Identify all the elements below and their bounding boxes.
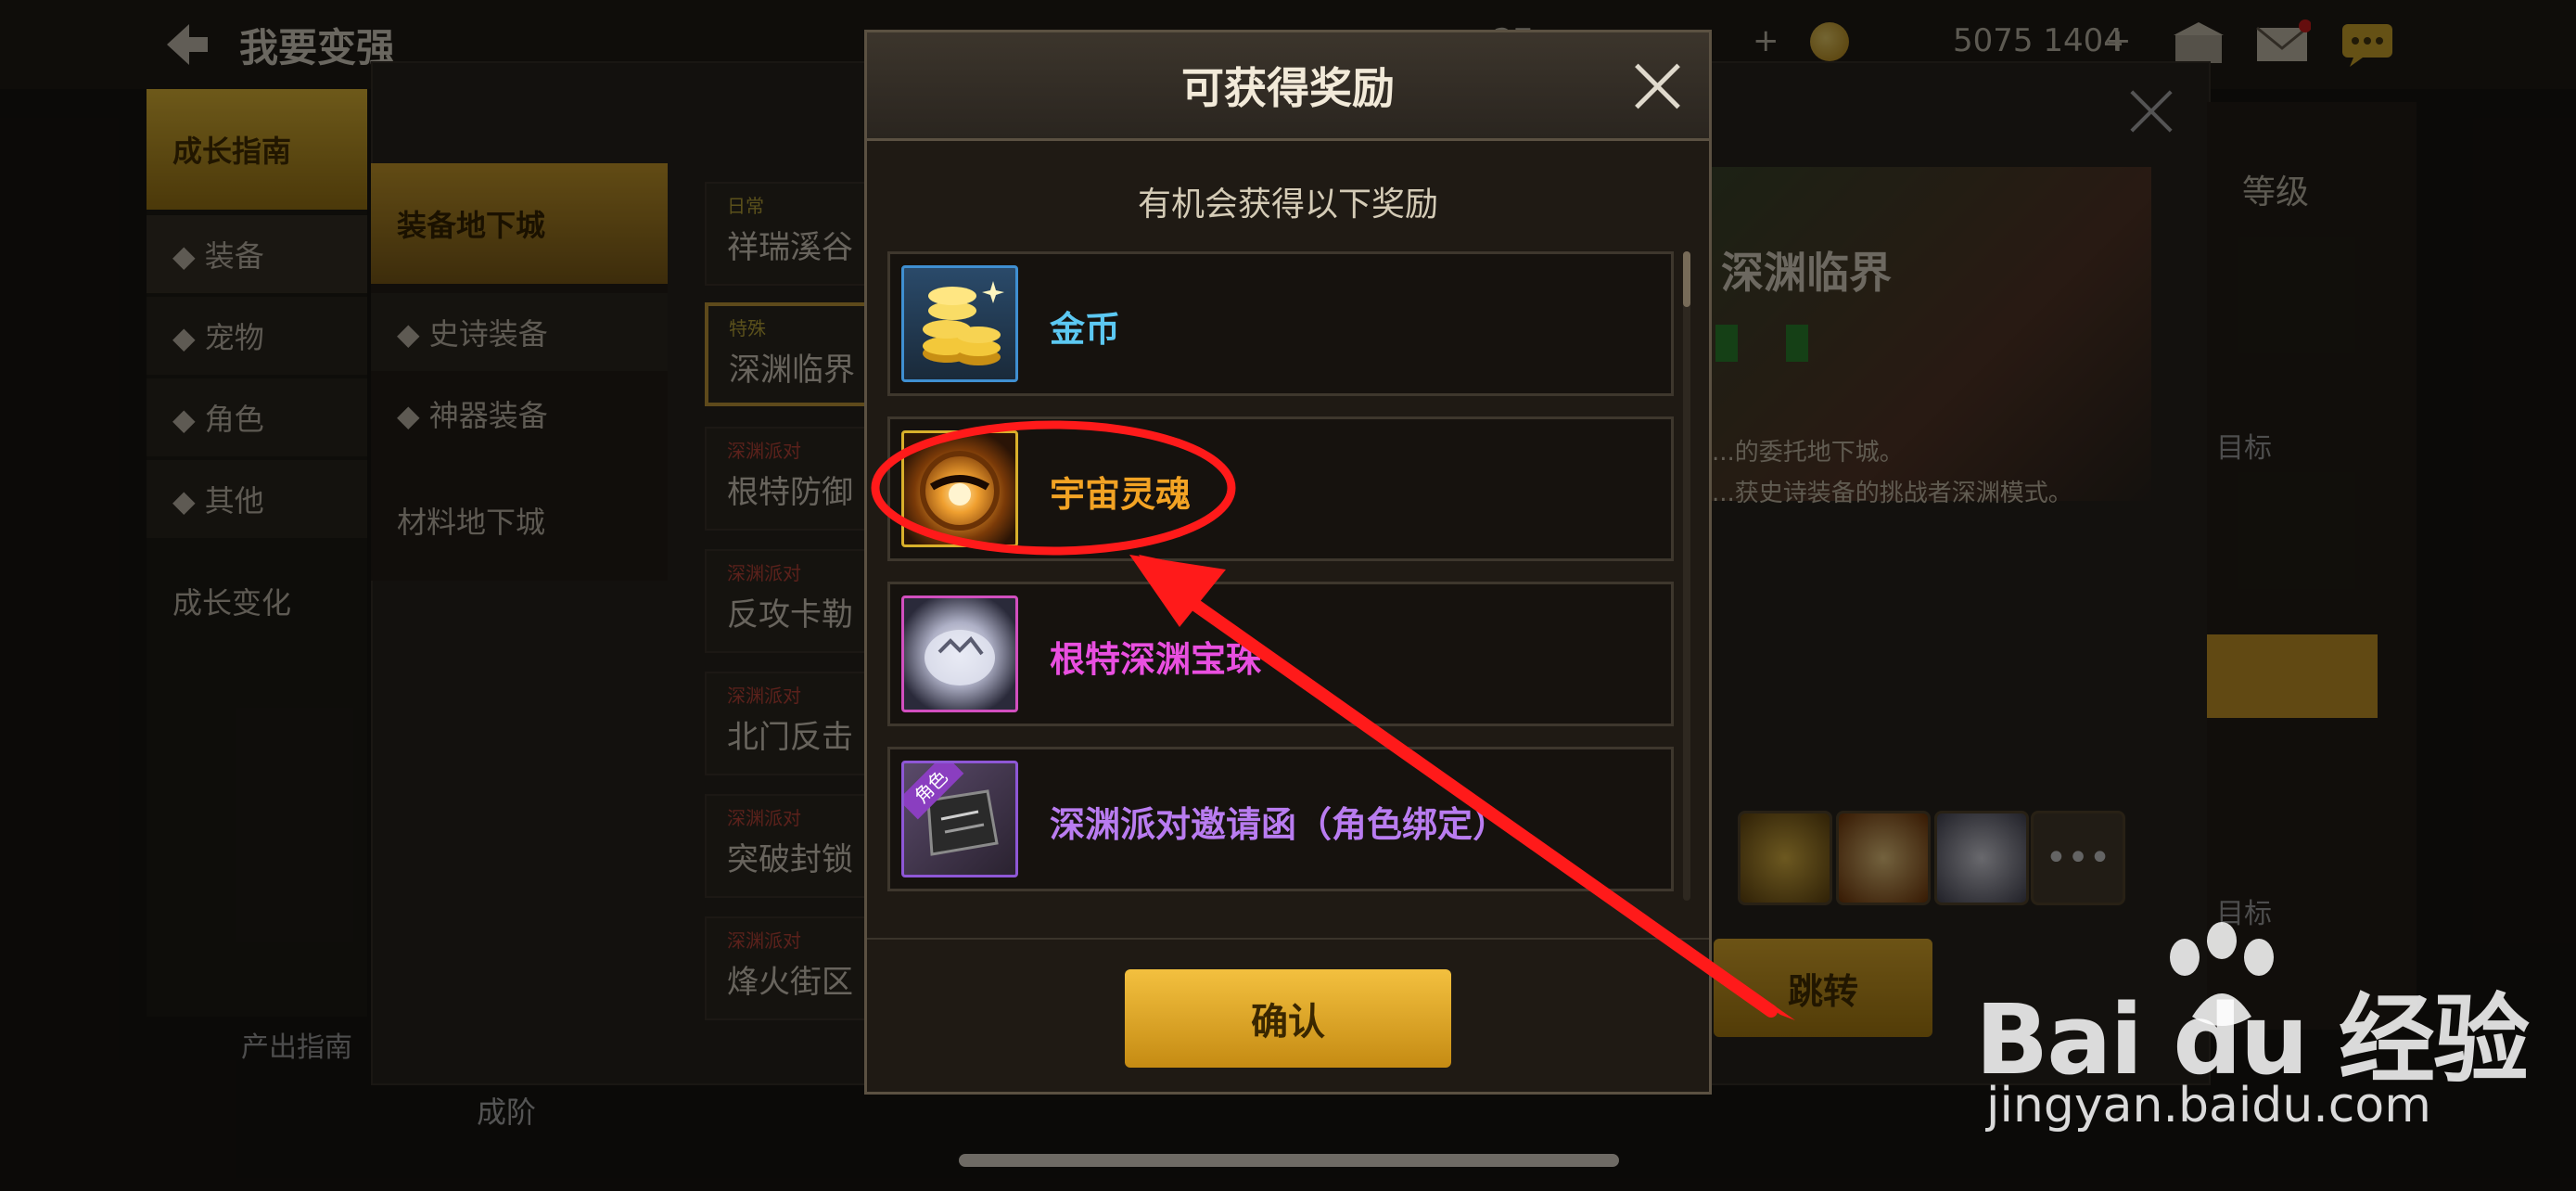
production-guide-label[interactable]: 产出指南 xyxy=(241,1024,352,1065)
back-arrow-icon[interactable] xyxy=(158,17,213,72)
reward-name: 深渊派对邀请函（角色绑定） xyxy=(1050,804,1509,845)
dungeon-card[interactable]: 深渊派对 突破封锁 xyxy=(705,794,872,898)
dungeon-card[interactable]: 深渊派对 北门反击 xyxy=(705,672,872,775)
dungeon-tag: 特殊 xyxy=(729,317,766,339)
dungeon-name: 烽火街区 xyxy=(727,964,853,1001)
stage-label[interactable]: 成阶 xyxy=(477,1089,536,1132)
side-item-growth-guide[interactable]: 成长指南 xyxy=(147,89,367,210)
sub-item-epic-equipment[interactable]: ◆ 史诗装备 xyxy=(371,293,668,371)
abyss-orb-icon xyxy=(901,596,1018,712)
dungeon-name: 突破封锁 xyxy=(727,841,853,878)
reward-row-gold[interactable]: 金币 xyxy=(887,251,1674,396)
reward-row-abyss-orb[interactable]: 根特深渊宝珠 xyxy=(887,582,1674,726)
description-line: ...的委托地下城。 xyxy=(1712,439,1904,467)
dungeon-list: 日常 祥瑞溪谷 特殊 深渊临界 深渊派对 根特防御 深渊派对 反攻卡勒 深渊派对 北门反击… xyxy=(705,182,872,1020)
chat-icon[interactable] xyxy=(2339,19,2396,69)
reward-thumb-orb[interactable] xyxy=(1934,811,2029,905)
dungeon-name: 祥瑞溪谷 xyxy=(727,229,853,266)
side-item-other[interactable]: ◆ 其他 xyxy=(147,460,367,538)
sub-item-equipment-dungeon[interactable]: 装备地下城 xyxy=(371,163,668,284)
dungeon-tag: 深渊派对 xyxy=(727,685,801,707)
reward-name: 根特深渊宝珠 xyxy=(1050,639,1262,680)
dungeon-tag: 深渊派对 xyxy=(727,929,801,952)
level-label[interactable]: 等级 xyxy=(2242,165,2309,213)
side-item-character[interactable]: ◆ 角色 xyxy=(147,378,367,456)
reward-row-cosmic-soul[interactable]: 宇宙灵魂 xyxy=(887,416,1674,561)
dungeon-badge xyxy=(1715,325,1738,362)
modal-title: 可获得奖励 xyxy=(1181,63,1395,113)
mail-icon[interactable] xyxy=(2253,19,2311,69)
dungeon-card[interactable]: 深渊派对 根特防御 xyxy=(705,427,872,531)
dungeon-card[interactable]: 日常 祥瑞溪谷 xyxy=(705,182,872,286)
dungeon-description: ...的委托地下城。 ...获史诗装备的挑战者深渊模式。 xyxy=(1712,432,2101,514)
modal-divider xyxy=(867,938,1709,940)
side-item-pet[interactable]: ◆ 宠物 xyxy=(147,297,367,375)
dungeon-tag: 深渊派对 xyxy=(727,807,801,829)
sub-item-material-dungeon[interactable]: 材料地下城 xyxy=(371,460,668,581)
more-rewards-icon[interactable]: ••• xyxy=(2031,811,2125,905)
dungeon-detail-title: 深渊临界 xyxy=(1721,248,1892,298)
confirm-button[interactable]: 确认 xyxy=(1125,969,1451,1068)
cosmic-soul-icon xyxy=(901,430,1018,547)
dungeon-tag: 日常 xyxy=(727,195,764,217)
right-column-button[interactable] xyxy=(2207,634,2378,718)
reward-list-scrollbar[interactable] xyxy=(1683,251,1690,901)
rewards-modal: 可获得奖励 有机会获得以下奖励 金币 宇宙灵魂 根特深渊宝珠 角色 深渊派对邀请… xyxy=(864,30,1712,1095)
dungeon-name: 深渊临界 xyxy=(729,352,855,389)
reward-list[interactable]: 金币 宇宙灵魂 根特深渊宝珠 角色 深渊派对邀请函（角色绑定） xyxy=(887,251,1674,930)
dungeon-card[interactable]: 深渊派对 烽火街区 xyxy=(705,916,872,1020)
currency-plus-a[interactable]: + xyxy=(1753,22,1779,59)
sub-item-artifact-equipment[interactable]: ◆ 神器装备 xyxy=(371,375,668,453)
home-indicator[interactable] xyxy=(959,1154,1619,1167)
goal-label: 目标 xyxy=(2216,432,2272,465)
dungeon-name: 反攻卡勒 xyxy=(727,596,853,634)
dungeon-card[interactable]: 深渊派对 反攻卡勒 xyxy=(705,549,872,653)
background-close-icon[interactable] xyxy=(2123,83,2179,139)
modal-subtitle: 有机会获得以下奖励 xyxy=(1137,186,1438,224)
gold-coins-icon xyxy=(901,265,1018,382)
currency-value-b: 5075 1404 xyxy=(1953,22,2123,59)
reward-name: 宇宙灵魂 xyxy=(1050,474,1192,515)
dungeon-badge xyxy=(1786,325,1808,362)
side-item-equipment[interactable]: ◆ 装备 xyxy=(147,215,367,293)
gold-coin-icon xyxy=(1810,22,1849,61)
baidu-watermark: Bai du 经验 jingyan.baidu.com xyxy=(1975,915,2569,1156)
dungeon-tag: 深渊派对 xyxy=(727,440,801,462)
dungeon-name: 北门反击 xyxy=(727,719,853,756)
invitation-icon: 角色 xyxy=(901,761,1018,877)
dungeon-name: 根特防御 xyxy=(727,474,853,511)
jump-button[interactable]: 跳转 xyxy=(1714,939,1932,1037)
watermark-url: jingyan.baidu.com xyxy=(1986,1078,2431,1133)
reward-row-invitation[interactable]: 角色 深渊派对邀请函（角色绑定） xyxy=(887,747,1674,891)
side-nav: 成长指南 ◆ 装备 ◆ 宠物 ◆ 角色 ◆ 其他 成长变化 xyxy=(147,89,367,1017)
description-line: ...获史诗装备的挑战者深渊模式。 xyxy=(1712,480,2072,507)
side-item-growth-change[interactable]: 成长变化 xyxy=(147,562,367,640)
reward-thumb-soul[interactable] xyxy=(1836,811,1931,905)
reward-name: 金币 xyxy=(1050,309,1121,350)
sub-nav: 装备地下城 ◆ 史诗装备 ◆ 神器装备 材料地下城 xyxy=(371,163,668,581)
currency-plus-b[interactable]: + xyxy=(2105,22,2132,59)
dungeon-tag: 深渊派对 xyxy=(727,562,801,584)
reward-thumb-gold[interactable] xyxy=(1738,811,1832,905)
modal-header: 可获得奖励 xyxy=(867,32,1709,141)
dungeon-card-selected[interactable]: 特殊 深渊临界 xyxy=(705,302,872,406)
close-icon[interactable] xyxy=(1631,60,1683,112)
